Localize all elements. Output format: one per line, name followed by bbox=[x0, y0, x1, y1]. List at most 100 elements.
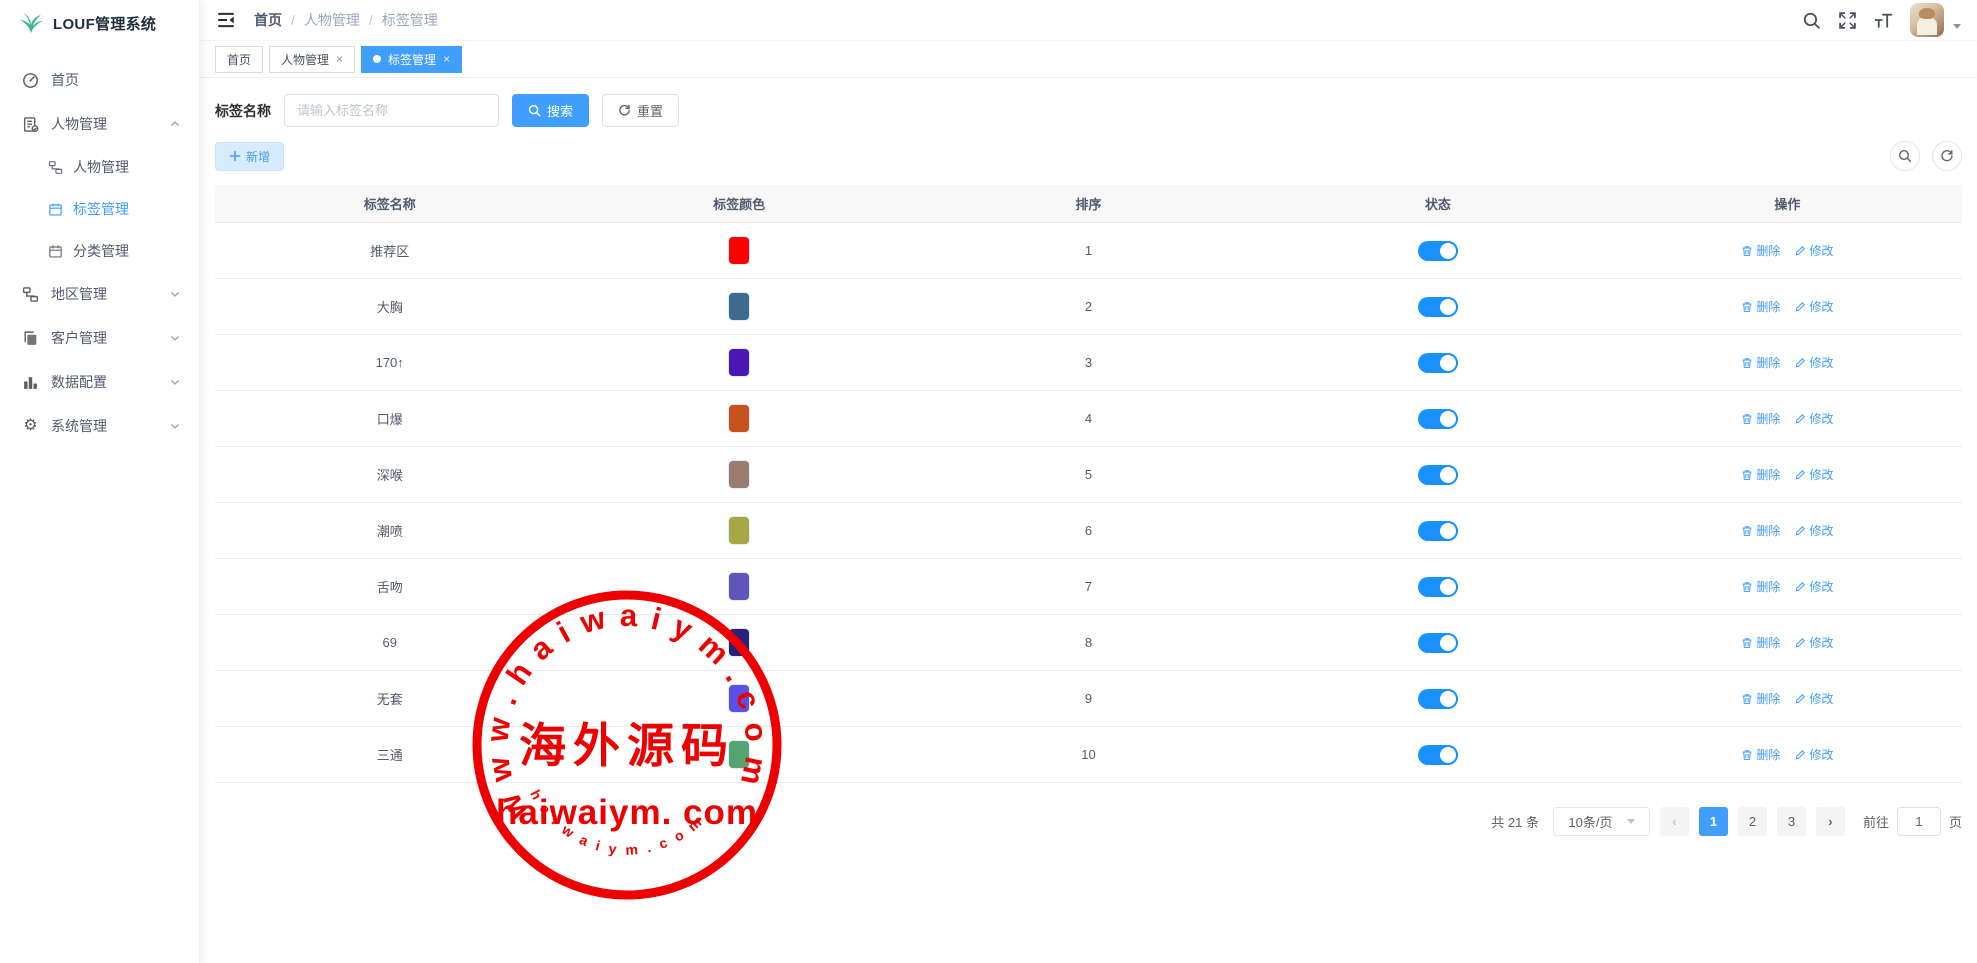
user-menu-caret-icon[interactable] bbox=[1953, 24, 1961, 29]
page-size-value: 10条/页 bbox=[1568, 812, 1612, 831]
edit-button[interactable]: 修改 bbox=[1794, 410, 1833, 427]
delete-button[interactable]: 删除 bbox=[1741, 354, 1780, 371]
delete-button[interactable]: 删除 bbox=[1741, 690, 1780, 707]
search-icon[interactable] bbox=[1802, 11, 1821, 30]
status-toggle[interactable] bbox=[1418, 689, 1458, 709]
page-button-1[interactable]: 1 bbox=[1699, 807, 1728, 836]
refresh-icon bbox=[618, 104, 631, 117]
goto-page-input[interactable] bbox=[1897, 807, 1941, 836]
tag-color-swatch[interactable] bbox=[729, 517, 749, 544]
delete-button[interactable]: 删除 bbox=[1741, 298, 1780, 315]
tag-color-swatch[interactable] bbox=[729, 405, 749, 432]
sidebar-item-data-config[interactable]: 数据配置 bbox=[0, 360, 199, 404]
tag-color-swatch[interactable] bbox=[729, 685, 749, 712]
status-toggle[interactable] bbox=[1418, 241, 1458, 261]
close-icon[interactable]: × bbox=[443, 53, 450, 65]
goto-page: 前往 页 bbox=[1863, 807, 1962, 836]
page-size-select[interactable]: 10条/页 bbox=[1553, 807, 1650, 836]
table-row: 潮喷 6 删除 修改 bbox=[215, 503, 1962, 559]
sidebar-item-home[interactable]: 首页 bbox=[0, 58, 199, 102]
edit-button[interactable]: 修改 bbox=[1794, 354, 1833, 371]
topbar-actions bbox=[1802, 3, 1961, 37]
edit-button[interactable]: 修改 bbox=[1794, 578, 1833, 595]
delete-button[interactable]: 删除 bbox=[1741, 746, 1780, 763]
page-button-2[interactable]: 2 bbox=[1738, 807, 1767, 836]
status-toggle[interactable] bbox=[1418, 353, 1458, 373]
main-area: 首页 / 人物管理 / 标签管理 bbox=[200, 0, 1977, 963]
add-button[interactable]: 新增 bbox=[215, 142, 284, 171]
sidebar-item-region-management[interactable]: 地区管理 bbox=[0, 272, 199, 316]
edit-button[interactable]: 修改 bbox=[1794, 634, 1833, 651]
sidebar-subitem-category[interactable]: 分类管理 bbox=[0, 230, 199, 272]
delete-button[interactable]: 删除 bbox=[1741, 242, 1780, 259]
tag-color-swatch[interactable] bbox=[729, 629, 749, 656]
status-toggle[interactable] bbox=[1418, 633, 1458, 653]
fullscreen-icon[interactable] bbox=[1838, 11, 1857, 30]
edit-button[interactable]: 修改 bbox=[1794, 746, 1833, 763]
tag-name-input[interactable] bbox=[284, 94, 499, 127]
tag-color-swatch[interactable] bbox=[729, 293, 749, 320]
search-button[interactable]: 搜索 bbox=[512, 94, 589, 127]
page-unit-label: 页 bbox=[1949, 812, 1962, 831]
sort-cell: 7 bbox=[914, 579, 1263, 594]
sidebar-item-label: 系统管理 bbox=[51, 416, 107, 436]
status-toggle[interactable] bbox=[1418, 745, 1458, 765]
table-refresh-icon[interactable] bbox=[1932, 141, 1962, 171]
breadcrumb: 首页 / 人物管理 / 标签管理 bbox=[254, 10, 438, 30]
delete-button[interactable]: 删除 bbox=[1741, 578, 1780, 595]
tag-color-swatch[interactable] bbox=[729, 461, 749, 488]
prev-page-button[interactable]: ‹ bbox=[1660, 807, 1689, 836]
column-header-tag-name: 标签名称 bbox=[215, 194, 564, 213]
tag-name-cell: 无套 bbox=[215, 689, 564, 708]
delete-button[interactable]: 删除 bbox=[1741, 522, 1780, 539]
tab-home[interactable]: 首页 bbox=[215, 46, 263, 73]
reset-button[interactable]: 重置 bbox=[602, 94, 679, 127]
tab-person-management[interactable]: 人物管理 × bbox=[269, 46, 355, 73]
table-row: 口爆 4 删除 修改 bbox=[215, 391, 1962, 447]
close-icon[interactable]: × bbox=[336, 53, 343, 65]
chevron-down-icon bbox=[169, 288, 181, 300]
edit-button[interactable]: 修改 bbox=[1794, 522, 1833, 539]
sidebar-subitem-person[interactable]: 人物管理 bbox=[0, 146, 199, 188]
delete-button[interactable]: 删除 bbox=[1741, 466, 1780, 483]
edit-button[interactable]: 修改 bbox=[1794, 242, 1833, 259]
tab-tag-management[interactable]: 标签管理 × bbox=[361, 46, 462, 73]
tag-color-swatch[interactable] bbox=[729, 573, 749, 600]
next-page-button[interactable]: › bbox=[1816, 807, 1845, 836]
tag-color-swatch[interactable] bbox=[729, 349, 749, 376]
delete-button[interactable]: 删除 bbox=[1741, 634, 1780, 651]
content-panel: 标签名称 搜索 重置 bbox=[200, 78, 1977, 963]
edit-button[interactable]: 修改 bbox=[1794, 298, 1833, 315]
collapse-sidebar-icon[interactable] bbox=[216, 10, 236, 30]
sidebar-item-label: 地区管理 bbox=[51, 284, 107, 304]
sidebar-item-customer-management[interactable]: 客户管理 bbox=[0, 316, 199, 360]
tag-name-cell: 口爆 bbox=[215, 409, 564, 428]
page-button-3[interactable]: 3 bbox=[1777, 807, 1806, 836]
delete-button[interactable]: 删除 bbox=[1741, 410, 1780, 427]
topbar: 首页 / 人物管理 / 标签管理 bbox=[200, 0, 1977, 40]
filter-bar: 标签名称 搜索 重置 bbox=[215, 94, 1962, 127]
sidebar-item-person-management[interactable]: 人物管理 bbox=[0, 102, 199, 146]
column-header-status: 状态 bbox=[1263, 194, 1612, 213]
chevron-down-icon bbox=[169, 332, 181, 344]
tab-label: 人物管理 bbox=[281, 51, 329, 68]
status-toggle[interactable] bbox=[1418, 409, 1458, 429]
sidebar-subitem-tag[interactable]: 标签管理 bbox=[0, 188, 199, 230]
status-toggle[interactable] bbox=[1418, 297, 1458, 317]
column-header-sort: 排序 bbox=[914, 194, 1263, 213]
edit-button[interactable]: 修改 bbox=[1794, 690, 1833, 707]
font-size-icon[interactable] bbox=[1874, 11, 1893, 30]
status-toggle[interactable] bbox=[1418, 577, 1458, 597]
edit-button[interactable]: 修改 bbox=[1794, 466, 1833, 483]
sort-cell: 10 bbox=[914, 747, 1263, 762]
sort-cell: 1 bbox=[914, 243, 1263, 258]
tag-color-swatch[interactable] bbox=[729, 237, 749, 264]
status-toggle[interactable] bbox=[1418, 521, 1458, 541]
active-tab-dot bbox=[373, 55, 381, 63]
tag-color-swatch[interactable] bbox=[729, 741, 749, 768]
sidebar-item-system-management[interactable]: ⚙ 系统管理 bbox=[0, 404, 199, 448]
table-search-toggle-icon[interactable] bbox=[1890, 141, 1920, 171]
user-avatar[interactable] bbox=[1910, 3, 1944, 37]
breadcrumb-home[interactable]: 首页 bbox=[254, 10, 282, 30]
status-toggle[interactable] bbox=[1418, 465, 1458, 485]
